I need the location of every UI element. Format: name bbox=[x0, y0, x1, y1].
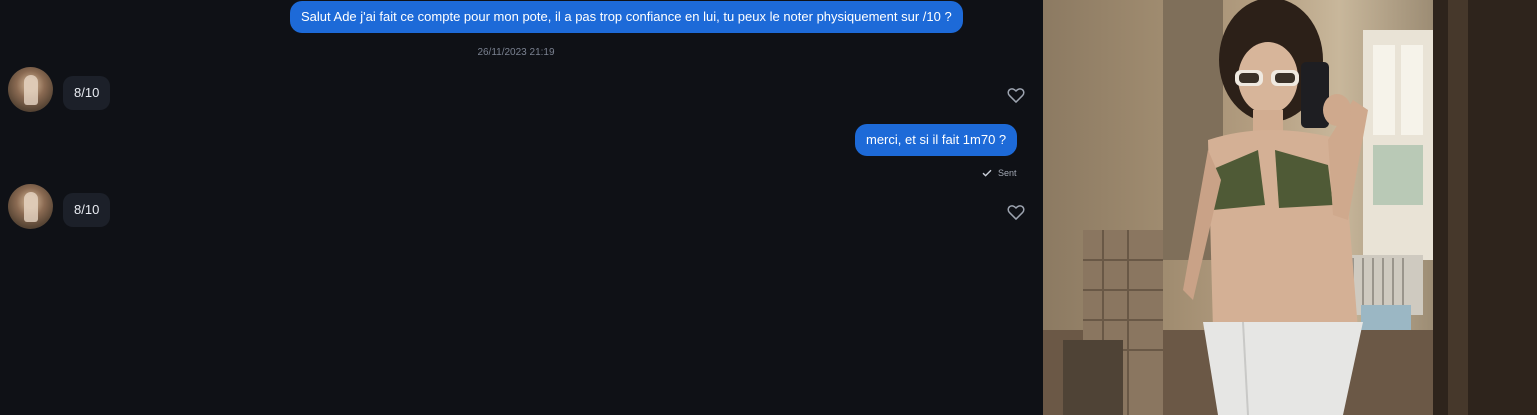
sender-avatar[interactable] bbox=[8, 184, 53, 229]
incoming-message-bubble[interactable]: 8/10 bbox=[63, 193, 111, 227]
outgoing-message-bubble[interactable]: merci, et si il fait 1m70 ? bbox=[855, 124, 1018, 156]
incoming-message-bubble[interactable]: 8/10 bbox=[63, 76, 111, 110]
heart-outline-icon[interactable] bbox=[1006, 85, 1026, 105]
check-mark-icon bbox=[982, 169, 992, 177]
heart-outline-icon[interactable] bbox=[1006, 202, 1026, 222]
message-text: 8/10 bbox=[74, 202, 100, 217]
message-text: 8/10 bbox=[74, 85, 100, 100]
mirror-selfie-image bbox=[1043, 0, 1537, 415]
chat-thread[interactable]: Salut Ade j'ai fait ce compte pour mon p… bbox=[0, 0, 1043, 415]
shared-photo[interactable] bbox=[1043, 0, 1537, 415]
message-text: merci, et si il fait 1m70 ? bbox=[866, 132, 1007, 147]
messenger-window: Salut Ade j'ai fait ce compte pour mon p… bbox=[0, 0, 1537, 415]
message-timestamp: 26/11/2023 21:19 bbox=[477, 47, 555, 58]
sent-label: Sent bbox=[998, 168, 1017, 178]
message-text: Salut Ade j'ai fait ce compte pour mon p… bbox=[301, 9, 952, 24]
outgoing-message-bubble[interactable]: Salut Ade j'ai fait ce compte pour mon p… bbox=[290, 1, 963, 33]
sender-avatar[interactable] bbox=[8, 67, 53, 112]
delivery-status: Sent bbox=[982, 168, 1017, 178]
